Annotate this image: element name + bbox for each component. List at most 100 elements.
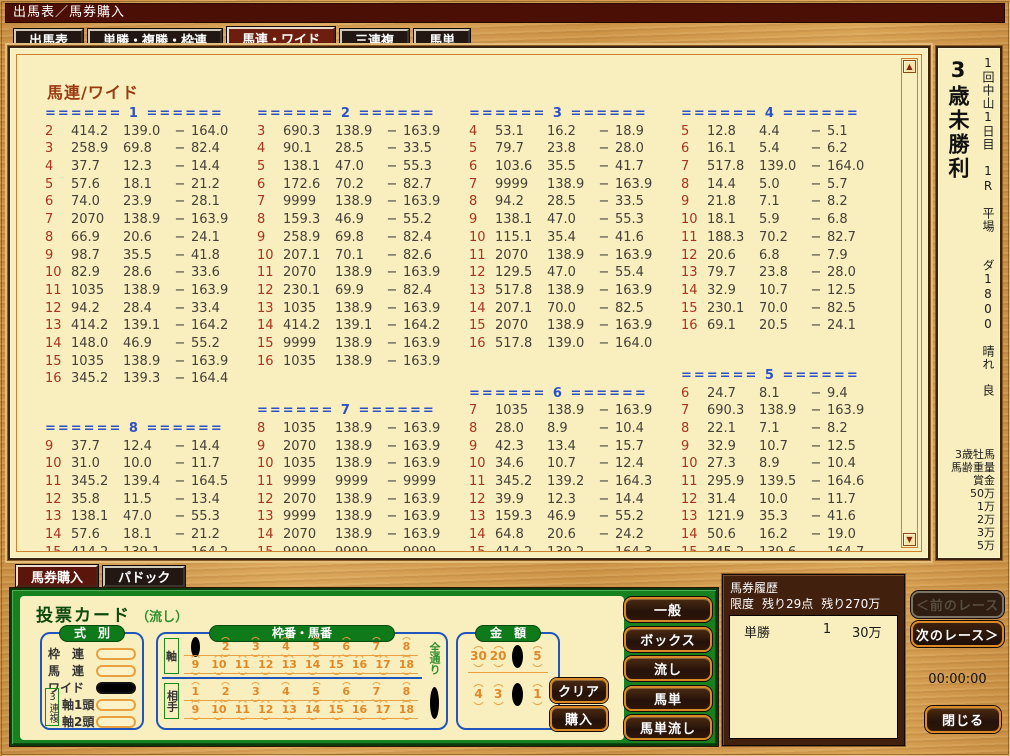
bet-type-header: 式 別 bbox=[59, 625, 125, 642]
number-cell[interactable]: 10 bbox=[210, 703, 227, 717]
number-cell[interactable]: 3 bbox=[247, 685, 264, 699]
odds-row: 866.920.6−24.1 bbox=[45, 229, 257, 247]
number-cell[interactable]: 2 bbox=[217, 685, 234, 699]
odds-row: 16517.8139.0−164.0 bbox=[469, 335, 681, 353]
number-cell[interactable]: 13 bbox=[281, 658, 298, 672]
odds-block: ====== 2 ======3690.3138.9−163.9490.128.… bbox=[257, 105, 469, 370]
number-cell[interactable]: 14 bbox=[304, 703, 321, 717]
bottom-tab[interactable]: 馬券購入 bbox=[16, 565, 98, 587]
vote-mode-button[interactable]: 馬単 bbox=[624, 686, 712, 711]
amount-cell[interactable]: 30 bbox=[469, 649, 488, 664]
partner-section: 相手123456789101112131415161718 bbox=[158, 683, 446, 719]
close-button[interactable]: 閉じる bbox=[925, 706, 1001, 733]
number-cell[interactable]: 14 bbox=[304, 658, 321, 672]
number-cell[interactable]: 7 bbox=[368, 640, 385, 654]
horse-number: 6 bbox=[45, 193, 71, 211]
number-cell[interactable]: 12 bbox=[257, 658, 274, 672]
number-cell[interactable]: 6 bbox=[338, 685, 355, 699]
number-cell[interactable]: 18 bbox=[398, 703, 415, 717]
horse-number: 14 bbox=[681, 282, 707, 300]
amount-cell[interactable]: 4 bbox=[469, 687, 488, 702]
bet-type-mark[interactable] bbox=[96, 682, 136, 694]
odds-scrollbar[interactable]: ▲ ▼ bbox=[901, 58, 918, 548]
amount-cell[interactable]: 3 bbox=[489, 687, 508, 702]
odds-row: 1082.928.6−33.6 bbox=[45, 264, 257, 282]
number-cell[interactable]: 12 bbox=[257, 703, 274, 717]
odds-value: 7.9 bbox=[827, 247, 877, 265]
number-cell[interactable]: 2 bbox=[217, 640, 234, 654]
bet-type-mark[interactable] bbox=[96, 648, 136, 660]
all-combinations-mark[interactable] bbox=[430, 687, 439, 719]
number-cell[interactable]: 5 bbox=[308, 685, 325, 699]
odds-row: 1018.15.9−6.8 bbox=[681, 211, 893, 229]
amount-cell[interactable]: 1 bbox=[528, 687, 547, 702]
bet-type-mark[interactable] bbox=[96, 665, 136, 677]
number-cell[interactable]: 17 bbox=[375, 703, 392, 717]
odds-value: 69.8 bbox=[123, 140, 169, 158]
odds-value: 12.3 bbox=[547, 491, 593, 509]
odds-value: 138.9 bbox=[547, 317, 593, 335]
bet-type-mark[interactable] bbox=[96, 716, 136, 728]
odds-dash: − bbox=[381, 140, 403, 158]
scroll-down-button[interactable]: ▼ bbox=[903, 533, 916, 546]
vote-mode-button[interactable]: 流し bbox=[624, 656, 712, 681]
number-cell[interactable]: 4 bbox=[277, 685, 294, 699]
bet-type-box: 式 別 枠 連馬 連ワイド軸1頭軸2頭 3連複 bbox=[40, 632, 144, 730]
number-cell[interactable]: 5 bbox=[308, 640, 325, 654]
horse-number: 11 bbox=[45, 473, 71, 491]
number-cell[interactable]: 10 bbox=[210, 658, 227, 672]
number-cell[interactable]: 17 bbox=[375, 658, 392, 672]
clear-button[interactable]: クリア bbox=[550, 678, 608, 703]
number-cell[interactable]: 15 bbox=[328, 658, 345, 672]
number-cell[interactable]: 9 bbox=[187, 658, 204, 672]
amount-cell[interactable]: 20 bbox=[489, 649, 508, 664]
odds-value: 163.9 bbox=[615, 317, 665, 335]
number-cell[interactable]: 18 bbox=[398, 658, 415, 672]
number-cell[interactable]: 16 bbox=[351, 658, 368, 672]
number-cell[interactable]: 9 bbox=[187, 703, 204, 717]
vote-mode-button[interactable]: ボックス bbox=[624, 627, 712, 652]
prev-race-button[interactable]: ＜前のレース bbox=[911, 591, 1004, 618]
odds-value: 10.0 bbox=[759, 491, 805, 509]
number-cell[interactable]: 8 bbox=[398, 640, 415, 654]
buy-button[interactable]: 購入 bbox=[550, 706, 608, 731]
next-race-button[interactable]: 次のレース＞ bbox=[911, 621, 1004, 647]
number-cell[interactable]: 6 bbox=[338, 640, 355, 654]
odds-value: 57.6 bbox=[71, 176, 123, 194]
number-cell[interactable]: 11 bbox=[234, 658, 251, 672]
amount-cell[interactable]: 10 bbox=[508, 649, 527, 664]
horse-number: 12 bbox=[45, 491, 71, 509]
odds-value: 33.6 bbox=[191, 264, 241, 282]
odds-value: 163.9 bbox=[615, 402, 665, 420]
number-cell[interactable]: 15 bbox=[328, 703, 345, 717]
number-cell[interactable]: 16 bbox=[351, 703, 368, 717]
bet-type-mark[interactable] bbox=[96, 699, 136, 711]
odds-row: 14148.046.9−55.2 bbox=[45, 335, 257, 353]
number-cell[interactable]: 4 bbox=[277, 640, 294, 654]
odds-dash: − bbox=[169, 438, 191, 456]
scroll-up-button[interactable]: ▲ bbox=[903, 60, 916, 73]
number-cell[interactable]: 1 bbox=[187, 685, 204, 699]
vote-mode-button[interactable]: 一般 bbox=[624, 597, 712, 622]
odds-value: 8.9 bbox=[759, 455, 805, 473]
bottom-tab[interactable]: パドック bbox=[103, 566, 185, 587]
number-cell[interactable]: 11 bbox=[234, 703, 251, 717]
odds-value: 10.7 bbox=[759, 282, 805, 300]
odds-value: 139.4 bbox=[123, 473, 169, 491]
amount-cell[interactable]: 2 bbox=[508, 687, 527, 702]
number-cell[interactable]: 13 bbox=[281, 703, 298, 717]
odds-value: 9999 bbox=[335, 473, 381, 491]
number-cell[interactable]: 3 bbox=[247, 640, 264, 654]
odds-value: 14.4 bbox=[615, 491, 665, 509]
odds-value: 20.6 bbox=[547, 526, 593, 544]
number-cell[interactable]: 7 bbox=[368, 685, 385, 699]
vote-mode-button[interactable]: 馬単流し bbox=[624, 715, 712, 740]
number-cell[interactable]: 1 bbox=[187, 640, 204, 654]
odds-value: 9999 bbox=[283, 508, 335, 526]
amount-cell[interactable]: 5 bbox=[528, 649, 547, 664]
horse-number: 14 bbox=[45, 526, 71, 544]
odds-value: 9999 bbox=[283, 544, 335, 551]
odds-dash: − bbox=[381, 508, 403, 526]
number-cell[interactable]: 8 bbox=[398, 685, 415, 699]
odds-value: 163.9 bbox=[403, 264, 453, 282]
